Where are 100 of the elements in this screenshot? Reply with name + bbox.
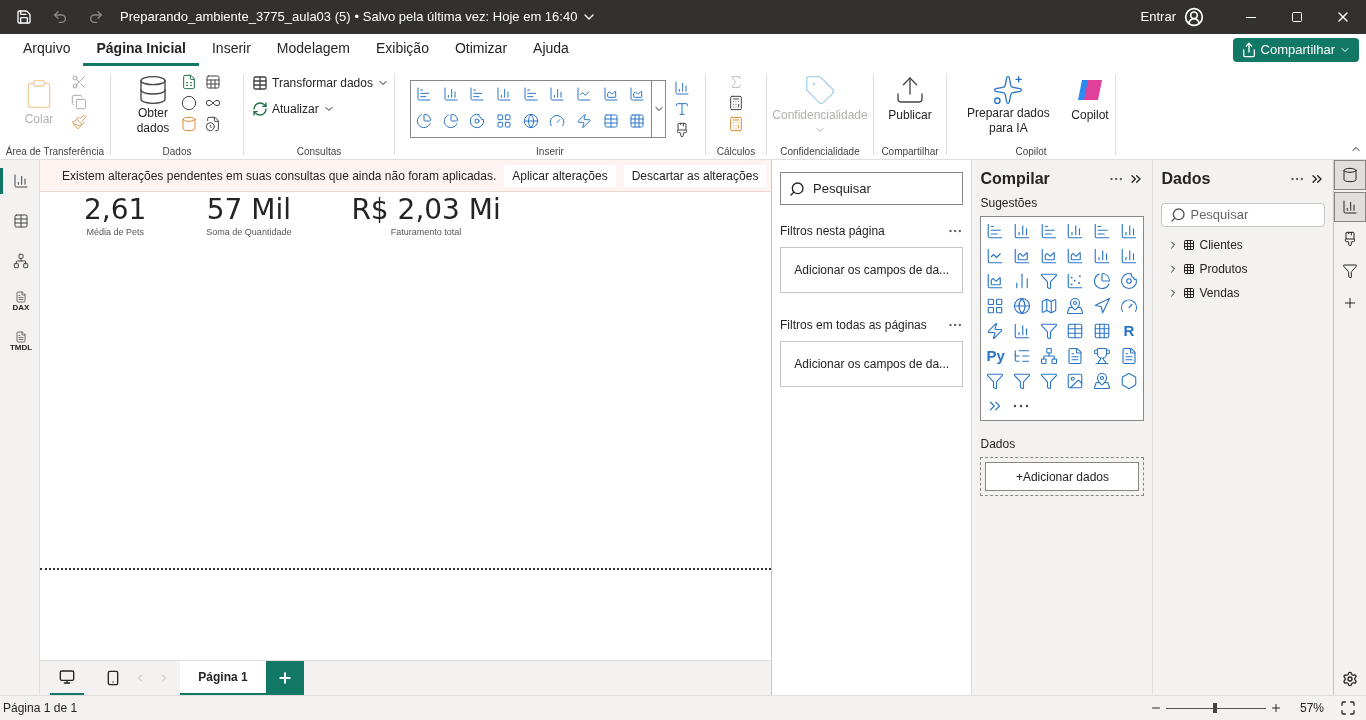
menu-tab[interactable]: Arquivo — [10, 34, 84, 66]
table-item[interactable]: Clientes — [1167, 236, 1325, 254]
share-button[interactable]: Compartilhar — [1232, 38, 1359, 62]
menu-tab[interactable]: Exibição — [363, 34, 442, 66]
bar-chart-icon[interactable] — [1093, 222, 1112, 240]
map-icon[interactable] — [1039, 297, 1058, 315]
zoom-in-icon[interactable] — [1270, 702, 1282, 714]
column-chart-icon[interactable] — [1119, 222, 1138, 240]
column-chart-icon[interactable] — [1066, 222, 1085, 240]
diamond-icon[interactable] — [1119, 372, 1138, 390]
card-label: Soma de Quantidade — [206, 226, 292, 239]
column-chart-icon[interactable] — [1119, 247, 1138, 265]
matrix-icon[interactable] — [1093, 322, 1112, 340]
menu-tab[interactable]: Ajuda — [520, 34, 582, 66]
treemap-icon[interactable] — [986, 297, 1005, 315]
avatar-icon[interactable] — [1184, 7, 1204, 27]
table-icon — [1183, 263, 1196, 275]
phone-icon — [105, 670, 121, 686]
banner-action[interactable]: Aplicar alterações — [504, 164, 616, 187]
donut-chart-icon[interactable] — [1119, 272, 1138, 290]
table-icon[interactable] — [1066, 322, 1085, 340]
calculator-icon — [728, 95, 744, 111]
treemap-icon[interactable] — [496, 113, 512, 129]
scatter-chart-icon[interactable] — [1066, 272, 1085, 290]
add-data-button[interactable]: +Adicionar dados — [985, 462, 1140, 491]
column-chart-icon[interactable] — [496, 86, 512, 102]
bar-chart-icon[interactable] — [416, 86, 432, 102]
filter-drop-zone[interactable]: Adicionar os campos de da... — [780, 341, 964, 387]
bar-chart-icon[interactable] — [1039, 222, 1058, 240]
document-icon — [15, 290, 27, 303]
add-page-button[interactable] — [266, 661, 304, 695]
matrix-icon[interactable] — [629, 113, 646, 129]
table-icon[interactable] — [602, 113, 619, 129]
save-icon — [16, 9, 32, 25]
column-chart-icon[interactable] — [1013, 222, 1032, 240]
ribbon-group-label: Inserir — [536, 145, 564, 159]
redo-button[interactable] — [88, 9, 104, 25]
prepare-data-button[interactable]: Preparar dados para IA — [953, 74, 1064, 144]
table-item[interactable]: Produtos — [1167, 260, 1325, 278]
line-chart-icon[interactable] — [986, 247, 1005, 265]
menu-tab[interactable]: Inserir — [198, 34, 264, 66]
search-field[interactable]: Pesquisar — [1161, 203, 1325, 227]
arrow-icon[interactable] — [1093, 297, 1112, 315]
filter-drop-zone[interactable]: Adicionar os campos de da... — [780, 247, 964, 293]
map-icon[interactable] — [1093, 372, 1112, 390]
line-chart-icon[interactable] — [576, 86, 592, 102]
banner-action[interactable]: Descartar as alterações — [623, 164, 767, 187]
column-chart-icon[interactable] — [442, 86, 459, 102]
visual-type-button[interactable]: R — [1119, 322, 1138, 340]
map-icon[interactable] — [1066, 297, 1085, 315]
column-chart-icon[interactable] — [1093, 247, 1112, 265]
refresh-button[interactable]: Atualizar — [252, 100, 389, 118]
gauge-icon[interactable] — [549, 113, 566, 129]
pane-toggle-button[interactable] — [1334, 192, 1366, 222]
pie-chart-icon[interactable] — [442, 113, 459, 129]
publish-button[interactable]: Publicar — [888, 74, 932, 124]
more-icon[interactable] — [1013, 404, 1030, 408]
menu-tab[interactable]: Otimizar — [441, 34, 521, 66]
fit-page-icon[interactable] — [1340, 700, 1356, 716]
area-chart-icon[interactable] — [1013, 247, 1032, 265]
search-field[interactable]: Pesquisar — [780, 172, 964, 205]
pie-chart-icon[interactable] — [1093, 272, 1112, 290]
view-button[interactable]: TMDL — [0, 328, 40, 354]
visual-type-button[interactable]: Py — [986, 347, 1005, 365]
plus-icon — [277, 670, 293, 686]
get-data-button[interactable]: Obter dados — [133, 74, 173, 136]
document-icon[interactable] — [1066, 347, 1085, 365]
bar-chart-icon[interactable] — [986, 222, 1005, 240]
bar-chart-icon[interactable] — [522, 86, 539, 102]
plus-icon — [1342, 295, 1358, 311]
tree-icon[interactable] — [1039, 347, 1058, 365]
area-chart-icon[interactable] — [1066, 247, 1085, 265]
area-chart-icon[interactable] — [629, 86, 646, 102]
view-button[interactable]: DAX — [0, 288, 40, 314]
globe-icon[interactable] — [1013, 297, 1032, 315]
settings-icon[interactable] — [1342, 671, 1358, 687]
filter-section-title: Filtros em todas as páginas — [780, 317, 927, 334]
sign-in-button[interactable]: Entrar — [1140, 7, 1176, 27]
menu-tab[interactable]: Modelagem — [263, 34, 363, 66]
save-status: • Salvo pela última vez: Hoje em 16:40 — [354, 8, 578, 27]
donut-chart-icon[interactable] — [469, 113, 486, 129]
area-chart-icon[interactable] — [1039, 247, 1058, 265]
undo-button[interactable] — [52, 9, 68, 25]
pane-title: Dados — [1161, 169, 1212, 189]
area-chart-icon[interactable] — [602, 86, 619, 102]
zoom-slider[interactable] — [1166, 703, 1266, 713]
funnel-icon[interactable] — [1039, 272, 1058, 290]
transform-data-button[interactable]: Transformar dados — [252, 74, 389, 92]
copilot-button[interactable]: Copilot — [1071, 74, 1109, 144]
globe-icon[interactable] — [522, 113, 539, 129]
page-tab[interactable]: Página 1 — [180, 661, 266, 695]
save-button[interactable] — [16, 9, 32, 25]
share-icon — [1240, 42, 1257, 58]
table-item[interactable]: Vendas — [1167, 284, 1325, 302]
trophy-icon[interactable] — [1093, 347, 1112, 365]
pane-toggle-button[interactable] — [1334, 160, 1366, 190]
bar-chart-icon[interactable] — [469, 86, 486, 102]
image-icon[interactable] — [1066, 372, 1085, 390]
gauge-icon[interactable] — [1119, 297, 1138, 315]
column-chart-icon[interactable] — [549, 86, 566, 102]
